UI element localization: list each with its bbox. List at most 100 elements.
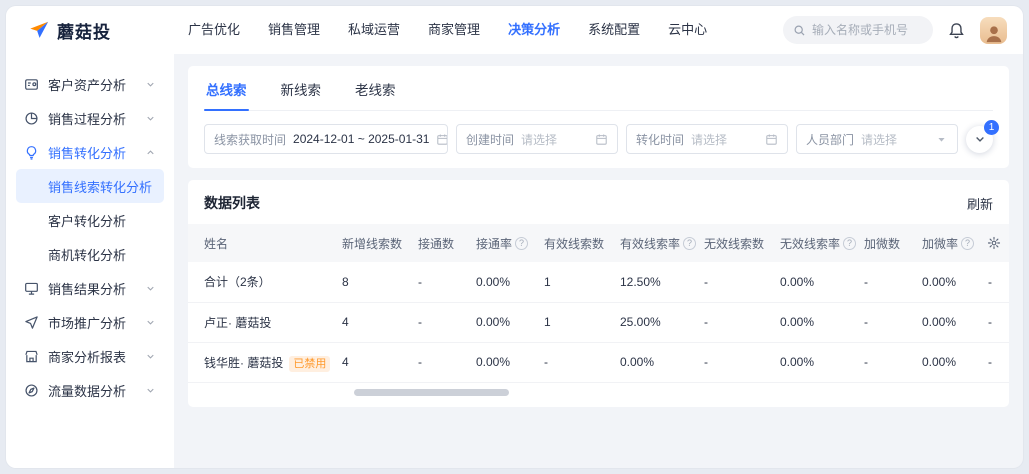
filter-department-select[interactable]: 人员部门 请选择 (796, 124, 958, 154)
nav-item-5[interactable]: 决策分析 (494, 6, 574, 54)
shop-icon (24, 349, 39, 364)
table-row-1: 合计（2条）8-0.00%112.50%-0.00%-0.00%- (188, 262, 1009, 302)
cell-col-4: 0.00% (470, 342, 538, 382)
cell-col-8: 0.00% (774, 262, 858, 302)
brand-name: 蘑菇投 (57, 18, 111, 43)
column-settings-button[interactable] (979, 224, 1009, 262)
nav-item-7[interactable]: 云中心 (654, 6, 721, 54)
help-icon[interactable]: ? (961, 237, 974, 250)
sidebar-group-label: 销售过程分析 (48, 109, 126, 128)
cell-col-4: 0.00% (470, 262, 538, 302)
column-header-8: 无效线索率? (774, 224, 858, 262)
cell-col-2: 4 (336, 342, 412, 382)
nav-item-4[interactable]: 商家管理 (414, 6, 494, 54)
column-header-6: 有效线索率? (614, 224, 698, 262)
sidebar-item-3-1[interactable]: 销售线索转化分析 (16, 169, 164, 203)
cell-col-10: 0.00% (916, 302, 982, 342)
tab-2[interactable]: 新线索 (279, 66, 324, 110)
table-row-3: 钱华胜· 蘑菇投已禁用4-0.00%-0.00%-0.00%-0.00%- (188, 342, 1009, 382)
cell-col-11: - (982, 262, 1009, 302)
scrollbar-thumb[interactable] (354, 389, 509, 396)
chevron-down-icon (145, 113, 156, 124)
bulb-icon (24, 145, 39, 160)
filter-lead-acquire-time[interactable]: 线索获取时间 2024-12-01 ~ 2025-01-31 (204, 124, 448, 154)
column-header-2: 新增线索数 (336, 224, 412, 262)
search-box[interactable] (783, 16, 933, 44)
list-header: 数据列表 刷新 (188, 180, 1009, 224)
cell-col-6: 0.00% (614, 342, 698, 382)
nav-item-3[interactable]: 私域运营 (334, 6, 414, 54)
help-icon[interactable]: ? (843, 237, 856, 250)
filter-convert-time[interactable]: 转化时间 请选择 (626, 124, 788, 154)
top-header: 蘑菇投 广告优化销售管理私域运营商家管理决策分析系统配置云中心 (6, 6, 1023, 54)
chevron-down-icon (974, 133, 986, 145)
sidebar-group-7[interactable]: 流量数据分析 (16, 373, 164, 407)
cell-col-9: - (858, 342, 916, 382)
tab-3[interactable]: 老线索 (353, 66, 398, 110)
notification-bell-icon[interactable] (948, 22, 965, 39)
filter-placeholder: 请选择 (691, 131, 727, 148)
cell-col-11: - (982, 302, 1009, 342)
pie-icon (24, 111, 39, 126)
sidebar-group-3[interactable]: 销售转化分析 (16, 135, 164, 169)
monitor-icon (24, 281, 39, 296)
brand-logo[interactable]: 蘑菇投 (28, 18, 174, 43)
nav-item-6[interactable]: 系统配置 (574, 6, 654, 54)
data-table: 姓名新增线索数接通数接通率?有效线索数有效线索率?无效线索数无效线索率?加微数加… (188, 224, 1009, 383)
user-avatar[interactable] (980, 17, 1007, 44)
top-right-tools (783, 16, 1007, 44)
filter-count-badge: 1 (984, 120, 999, 135)
help-icon[interactable]: ? (683, 237, 696, 250)
main-area: 客户资产分析销售过程分析销售转化分析销售线索转化分析客户转化分析商机转化分析销售… (6, 54, 1023, 468)
sidebar-group-5[interactable]: 市场推广分析 (16, 305, 164, 339)
nav-item-2[interactable]: 销售管理 (254, 6, 334, 54)
filter-label: 线索获取时间 (214, 131, 286, 148)
cell-col-8: 0.00% (774, 302, 858, 342)
cell-name: 卢正· 蘑菇投 (188, 302, 336, 342)
top-nav: 广告优化销售管理私域运营商家管理决策分析系统配置云中心 (174, 6, 721, 54)
table-header-row: 姓名新增线索数接通数接通率?有效线索数有效线索率?无效线索数无效线索率?加微数加… (188, 224, 1009, 262)
chevron-down-icon (145, 79, 156, 90)
chevron-up-icon (145, 147, 156, 158)
column-header-3: 接通数 (412, 224, 470, 262)
cell-col-3: - (412, 342, 470, 382)
filter-collapse-button[interactable]: 1 (966, 126, 993, 153)
filter-placeholder: 请选择 (861, 131, 897, 148)
table-row-2: 卢正· 蘑菇投4-0.00%125.00%-0.00%-0.00%- (188, 302, 1009, 342)
filter-label: 转化时间 (636, 131, 684, 148)
nav-item-1[interactable]: 广告优化 (174, 6, 254, 54)
cell-col-5: 1 (538, 302, 614, 342)
refresh-button[interactable]: 刷新 (967, 194, 993, 213)
column-header-4: 接通率? (470, 224, 538, 262)
search-input[interactable] (812, 23, 923, 37)
search-icon (793, 24, 806, 37)
sidebar-item-3-3[interactable]: 商机转化分析 (16, 237, 164, 271)
column-label: 接通率 (476, 235, 512, 252)
horizontal-scrollbar[interactable] (204, 389, 993, 397)
sidebar-group-6[interactable]: 商家分析报表 (16, 339, 164, 373)
column-label: 加微数 (864, 235, 900, 252)
cell-col-5: - (538, 342, 614, 382)
idcard-icon (24, 77, 39, 92)
sidebar-group-4[interactable]: 销售结果分析 (16, 271, 164, 305)
chevron-down-icon (145, 283, 156, 294)
cell-col-5: 1 (538, 262, 614, 302)
sidebar-item-3-2[interactable]: 客户转化分析 (16, 203, 164, 237)
filter-label: 创建时间 (466, 131, 514, 148)
cell-col-11: - (982, 342, 1009, 382)
filter-value: 2024-12-01 ~ 2025-01-31 (293, 132, 429, 146)
filter-card: 总线索新线索老线索 线索获取时间 2024-12-01 ~ 2025-01-31… (188, 66, 1009, 168)
filter-create-time[interactable]: 创建时间 请选择 (456, 124, 618, 154)
cell-col-9: - (858, 262, 916, 302)
filter-row: 线索获取时间 2024-12-01 ~ 2025-01-31 创建时间 请选择 (204, 124, 993, 154)
help-icon[interactable]: ? (515, 237, 528, 250)
column-label: 有效线索率 (620, 235, 680, 252)
column-header-9: 加微数 (858, 224, 916, 262)
sidebar-group-1[interactable]: 客户资产分析 (16, 67, 164, 101)
sidebar-group-label: 销售转化分析 (48, 143, 126, 162)
tab-1[interactable]: 总线索 (204, 66, 249, 110)
sidebar-group-2[interactable]: 销售过程分析 (16, 101, 164, 135)
column-label: 无效线索率 (780, 235, 840, 252)
column-label: 无效线索数 (704, 235, 764, 252)
content-area: 总线索新线索老线索 线索获取时间 2024-12-01 ~ 2025-01-31… (174, 54, 1023, 468)
